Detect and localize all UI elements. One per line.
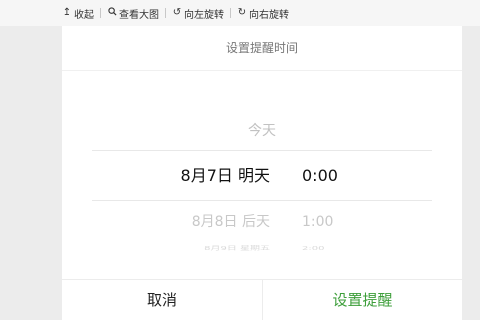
picker-time: 2:00 [302,245,325,252]
picker-date: 8月9日 星期五 [204,245,270,252]
rotate-right-icon: ↻ [237,7,247,18]
reminder-dialog: 设置提醒时间 今天 8月7日 明天 0:00 8月8日 后天 1:00 8月9日… [62,26,462,320]
collapse-button[interactable]: ↥ 收起 [0,0,100,26]
title-divider [62,70,462,71]
date-time-picker[interactable]: 今天 8月7日 明天 0:00 8月8日 后天 1:00 8月9日 星期五 2:… [92,106,432,266]
rotate-left-icon: ↺ [172,7,182,18]
collapse-label: 收起 [74,9,94,21]
selection-top-line [92,150,432,151]
picker-row[interactable]: 8月8日 后天 1:00 [92,207,432,237]
picker-date: 8月7日 明天 [180,166,270,185]
picker-time: 0:00 [302,166,338,185]
picker-date: 今天 [248,123,276,139]
picker-row[interactable]: 今天 [92,116,432,146]
cancel-button[interactable]: 取消 [62,280,262,320]
magnifier-icon [107,7,117,19]
rotate-right-button[interactable]: ↻ 向右旋转 [231,0,295,26]
view-large-image-button[interactable]: 查看大图 [101,0,165,26]
picker-row-selected[interactable]: 8月7日 明天 0:00 [92,161,432,191]
page: ↥ 收起 查看大图 ↺ 向左旋转 ↻ 向右旋转 设置提醒时间 今天 8月7日 明… [0,0,480,320]
rotate-left-button[interactable]: ↺ 向左旋转 [166,0,230,26]
picker-time: 1:00 [302,214,334,230]
rotate-left-label: 向左旋转 [184,9,224,21]
picker-row[interactable]: 8月9日 星期五 2:00 [92,241,432,258]
set-reminder-button[interactable]: 设置提醒 [263,280,462,320]
selection-bottom-line [92,200,432,201]
collapse-icon: ↥ [62,7,72,18]
image-toolbar: ↥ 收起 查看大图 ↺ 向左旋转 ↻ 向右旋转 [0,0,480,26]
rotate-right-label: 向右旋转 [249,9,289,21]
dialog-title: 设置提醒时间 [225,41,298,55]
picker-date: 8月8日 后天 [191,214,270,230]
view-large-image-label: 查看大图 [119,9,159,21]
